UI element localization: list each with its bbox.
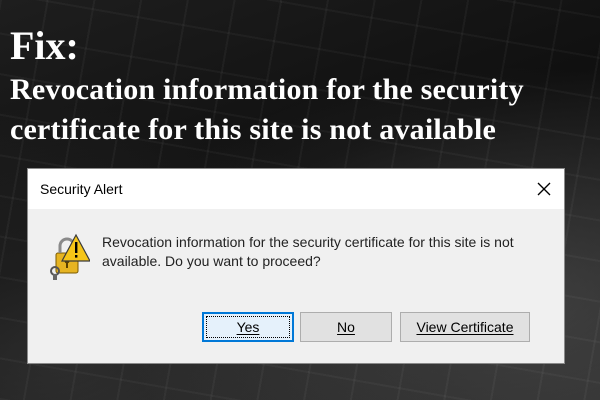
security-alert-dialog: Security Alert Revocation information fo… <box>27 168 565 364</box>
no-button-label: No <box>337 319 355 335</box>
close-icon <box>537 182 551 196</box>
headline-fix: Fix: <box>10 23 79 68</box>
alert-message-line-1: Revocation information for the security … <box>102 234 514 250</box>
headline: Fix: Revocation information for the secu… <box>10 22 524 150</box>
close-button[interactable] <box>524 169 564 209</box>
headline-line-1: Revocation information for the security <box>10 73 524 106</box>
dialog-titlebar[interactable]: Security Alert <box>28 169 564 209</box>
view-certificate-button-label: View Certificate <box>416 319 514 335</box>
dialog-title: Security Alert <box>40 181 123 197</box>
headline-line-2: certificate for this site is not availab… <box>10 113 497 146</box>
yes-button-label: Yes <box>236 319 260 335</box>
no-button[interactable]: No <box>300 312 392 342</box>
dialog-content: Revocation information for the security … <box>28 209 564 363</box>
view-certificate-button[interactable]: View Certificate <box>400 312 530 342</box>
alert-message: Revocation information for the security … <box>102 233 522 271</box>
warning-lock-icon <box>50 233 90 280</box>
yes-button[interactable]: Yes <box>202 312 294 342</box>
alert-message-line-2: available. Do you want to proceed? <box>102 253 321 269</box>
